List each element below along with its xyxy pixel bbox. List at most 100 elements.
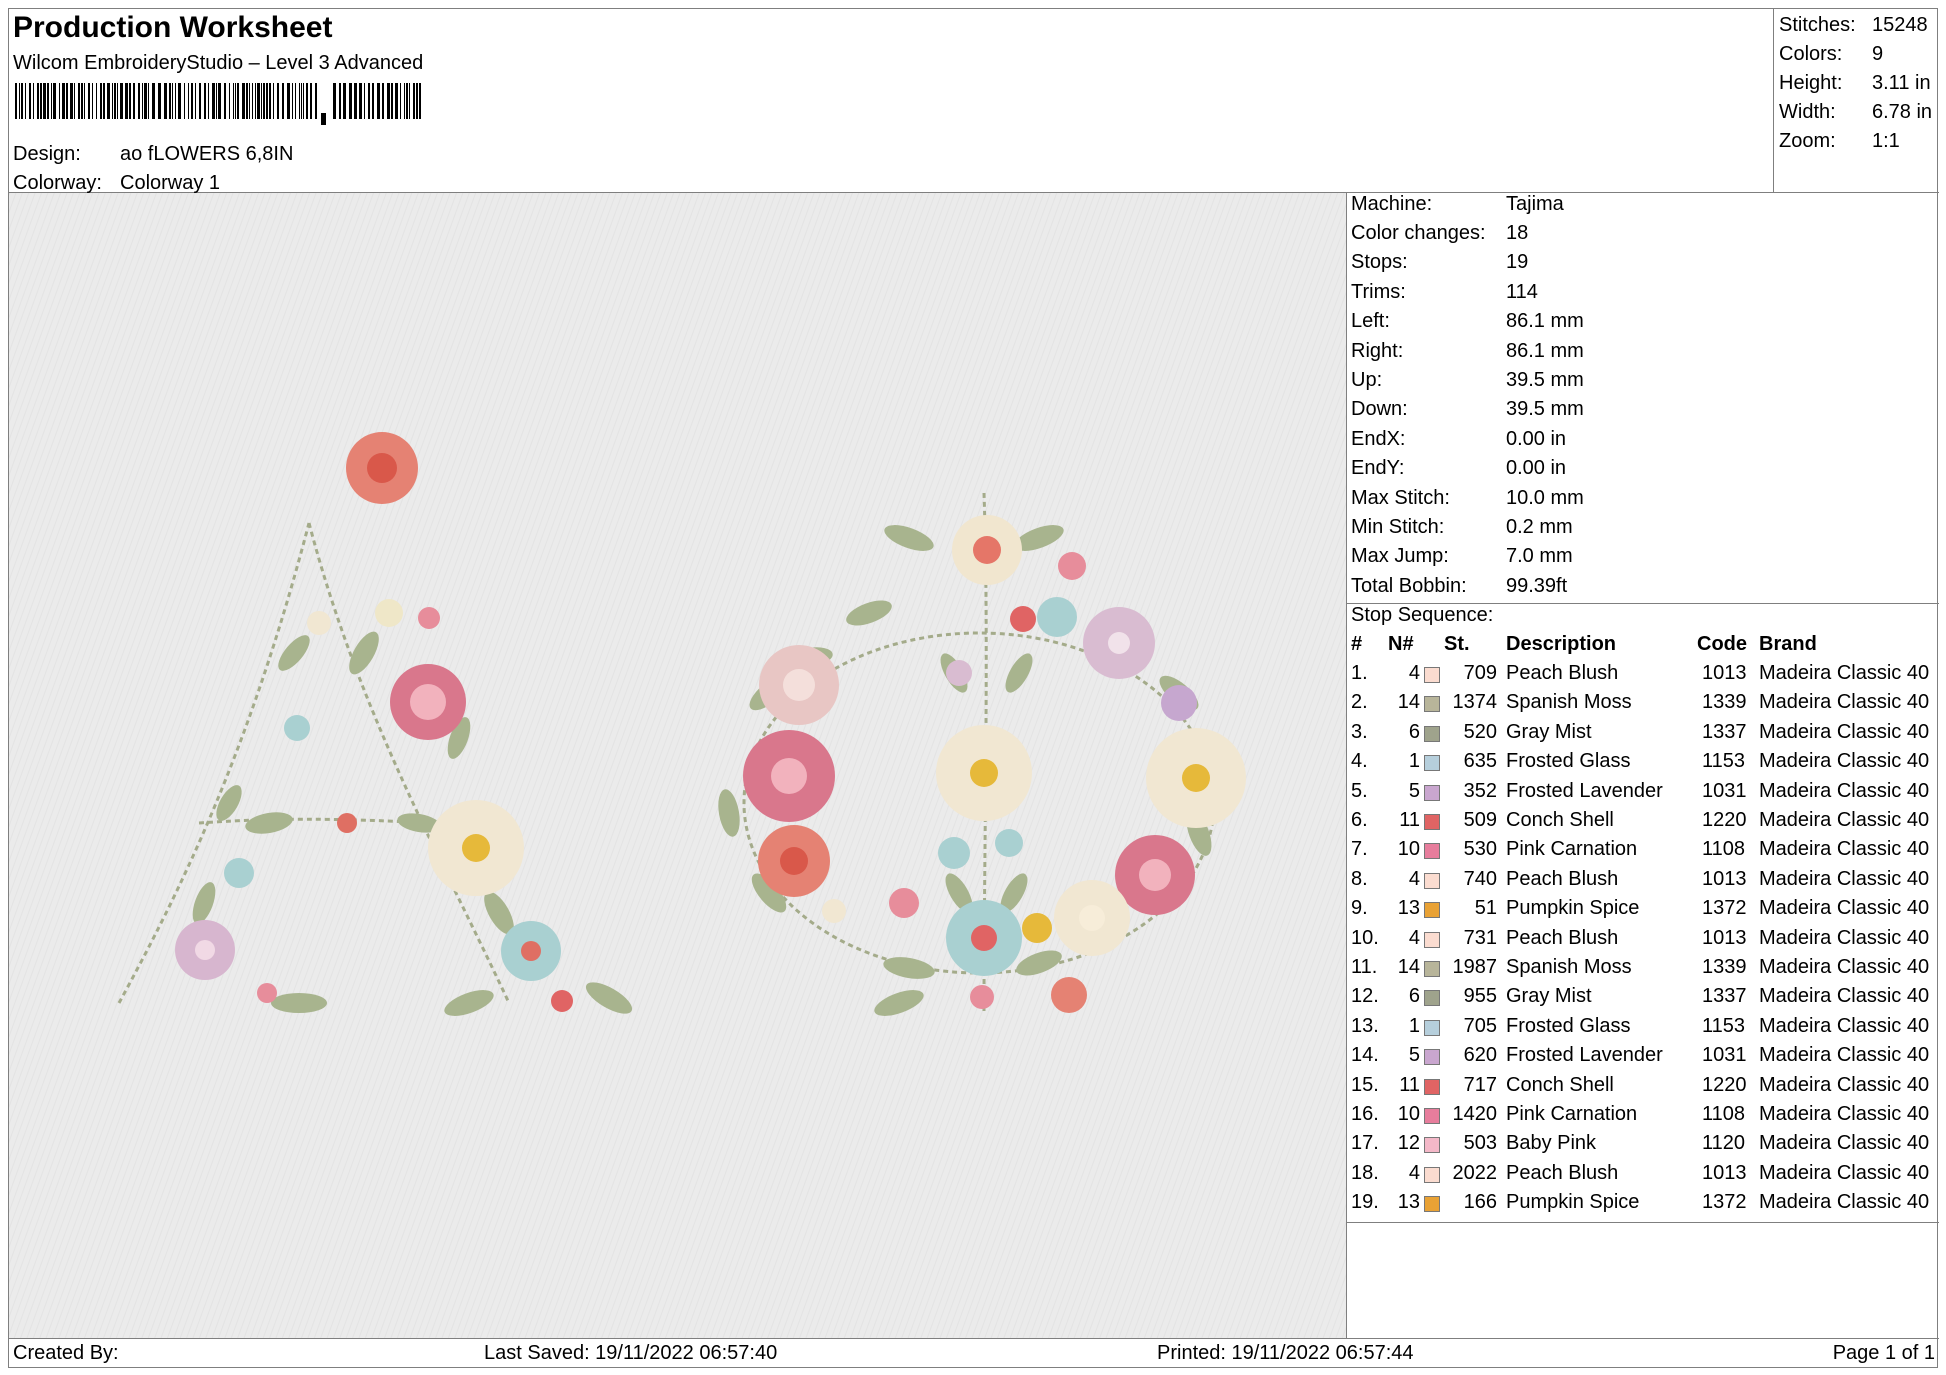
thread-color-swatch: [1424, 784, 1440, 801]
thread-color-swatch: [1424, 667, 1440, 683]
info-row-left: Left: 86.1 mm: [1351, 310, 1584, 333]
stop-needle: 1: [1408, 750, 1420, 773]
stop-brand: Madeira Classic 40: [1759, 1014, 1930, 1037]
stop-row: 7. 10 530 Pink Carnation 1108 Madeira Classic…: [1347, 838, 1939, 867]
stop-stitches: 1420: [1452, 1103, 1498, 1125]
stop-index: 3.: [1351, 720, 1368, 743]
thread-color-swatch: [1424, 1019, 1440, 1036]
last-saved: Last Saved: 19/11/2022 06:57:40: [484, 1342, 778, 1364]
thread-color-swatch: [1424, 1137, 1440, 1154]
stop-sequence-title: Stop Sequence:: [1351, 604, 1494, 626]
stop-index: 7.: [1351, 838, 1368, 861]
stop-stitches: 717: [1463, 1073, 1497, 1096]
info-label: Left:: [1351, 310, 1390, 332]
info-label: Stops:: [1351, 251, 1408, 273]
info-label: Machine:: [1351, 193, 1433, 215]
printed-date: Printed: 19/11/2022 06:57:44: [1157, 1342, 1414, 1364]
stop-row: 6. 11 509 Conch Shell 1220 Madeira Classic 40: [1347, 809, 1939, 838]
stop-index: 14.: [1351, 1044, 1379, 1067]
stop-description: Conch Shell: [1506, 1073, 1614, 1096]
stop-needle: 4: [1408, 867, 1420, 890]
info-label: Trims:: [1351, 281, 1406, 303]
section-divider: [1347, 1222, 1939, 1223]
info-label: Up:: [1351, 369, 1383, 391]
stop-index: 12.: [1351, 985, 1379, 1008]
stop-brand: Madeira Classic 40: [1759, 691, 1930, 714]
summary-row-colors: Colors: 9: [1779, 40, 1939, 69]
stop-needle: 10: [1397, 1103, 1420, 1125]
stop-stitches: 1987: [1452, 956, 1498, 978]
stop-index: 15.: [1351, 1073, 1379, 1096]
summary-label: Colors:: [1779, 43, 1843, 65]
stop-brand: Madeira Classic 40: [1759, 720, 1930, 743]
info-value: 86.1 mm: [1506, 340, 1584, 362]
stop-index: 18.: [1351, 1161, 1379, 1184]
stop-index: 9.: [1351, 897, 1368, 920]
stop-row: 18. 4 2022 Peach Blush 1013 Madeira Classic 4…: [1347, 1162, 1939, 1191]
summary-row-width: Width: 6.78 in: [1779, 98, 1939, 127]
stop-needle: 1: [1408, 1014, 1420, 1037]
stop-code: 1108: [1702, 838, 1746, 861]
stop-code: 1372: [1702, 897, 1747, 920]
stop-code: 1337: [1702, 720, 1747, 743]
stop-needle: 11: [1399, 1073, 1420, 1096]
summary-label: Height:: [1779, 72, 1843, 94]
stop-index: 2.: [1351, 691, 1368, 714]
summary-row-zoom: Zoom: 1:1: [1779, 127, 1939, 156]
thread-color-swatch: [1424, 843, 1440, 860]
stop-stitches: 509: [1463, 809, 1497, 831]
design-label: Design:: [13, 143, 81, 165]
stop-row: 3. 6 520 Gray Mist 1337 Madeira Classic 40: [1347, 721, 1939, 750]
column-header-brand: Brand: [1759, 633, 1817, 655]
info-row-machine: Machine: Tajima: [1351, 193, 1564, 216]
stop-brand: Madeira Classic 40: [1759, 1103, 1930, 1125]
thread-color-swatch: [1424, 696, 1440, 713]
production-worksheet: Production Worksheet Wilcom EmbroiderySt…: [8, 8, 1939, 1369]
stop-description: Frosted Glass: [1506, 1014, 1631, 1037]
info-value: 0.00 in: [1506, 457, 1567, 479]
stop-needle: 12: [1397, 1132, 1420, 1155]
stop-description: Peach Blush: [1506, 867, 1619, 890]
stop-code: 1153: [1702, 750, 1746, 773]
page-number: Page 1 of 1: [1832, 1342, 1935, 1364]
stop-brand: Madeira Classic 40: [1759, 838, 1930, 861]
summary-value: 6.78 in: [1872, 101, 1933, 123]
stop-code: 1013: [1702, 926, 1747, 949]
stop-code: 1339: [1702, 956, 1747, 978]
thread-color-swatch: [1424, 1196, 1440, 1213]
stop-stitches: 731: [1463, 926, 1497, 949]
info-label: Down:: [1351, 398, 1408, 420]
stop-needle: 10: [1397, 838, 1420, 861]
info-row-stops: Stops: 19: [1351, 251, 1528, 274]
stop-code: 1153: [1702, 1014, 1746, 1037]
worksheet-footer: Created By: Last Saved: 19/11/2022 06:57…: [9, 1339, 1939, 1369]
stop-brand: Madeira Classic 40: [1759, 897, 1930, 920]
stop-index: 16.: [1351, 1103, 1379, 1125]
created-by: Created By:: [13, 1342, 119, 1364]
design-preview: [9, 193, 1347, 1339]
info-value: 114: [1506, 281, 1538, 303]
stop-index: 6.: [1351, 809, 1368, 831]
stop-index: 5.: [1351, 779, 1368, 802]
info-value: 99.39ft: [1506, 575, 1568, 597]
info-row-max-stitch: Max Stitch: 10.0 mm: [1351, 487, 1584, 510]
stop-brand: Madeira Classic 40: [1759, 985, 1930, 1008]
stop-index: 19.: [1351, 1191, 1379, 1214]
stop-index: 1.: [1351, 662, 1368, 684]
info-label: EndY:: [1351, 457, 1405, 479]
thread-color-swatch: [1424, 902, 1440, 919]
stop-description: Gray Mist: [1506, 985, 1592, 1008]
stop-row: 15. 11 717 Conch Shell 1220 Madeira Classic 4…: [1347, 1074, 1939, 1103]
stop-description: Peach Blush: [1506, 662, 1619, 684]
stop-stitches: 740: [1463, 867, 1497, 890]
stop-row: 5. 5 352 Frosted Lavender 1031 Madeira Classi…: [1347, 780, 1939, 809]
stop-needle: 4: [1408, 926, 1420, 949]
stop-needle: 5: [1408, 1044, 1420, 1067]
stop-row: 14. 5 620 Frosted Lavender 1031 Madeira Class…: [1347, 1044, 1939, 1073]
stop-stitches: 1374: [1452, 691, 1498, 714]
info-value: 0.2 mm: [1506, 516, 1573, 538]
summary-panel: Stitches: 15248 Colors: 9 Height: 3.11 in W…: [1774, 9, 1939, 193]
summary-row-height: Height: 3.11 in: [1779, 69, 1939, 98]
colorway-value: Colorway 1: [120, 172, 221, 194]
info-label: Max Jump:: [1351, 545, 1449, 567]
